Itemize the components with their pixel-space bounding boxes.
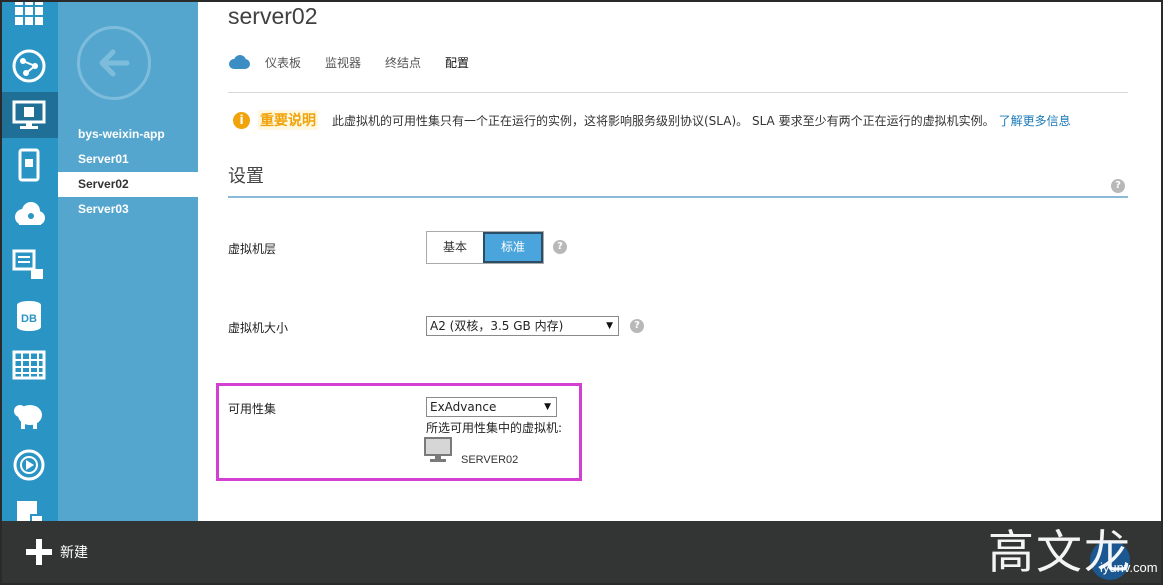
service-bus-icon[interactable] xyxy=(0,492,58,521)
learn-more-link[interactable]: 了解更多信息 xyxy=(999,112,1071,129)
notice-text: 此虚拟机的可用性集只有一个正在运行的实例，这将影响服务级别协议(SLA)。 SL… xyxy=(332,113,995,128)
subnav-item-bys-weixin-app[interactable]: bys-weixin-app xyxy=(58,122,198,147)
availability-set-label: 可用性集 xyxy=(228,402,277,416)
storage-icon[interactable] xyxy=(0,342,58,388)
tab-dashboard[interactable]: 仪表板 xyxy=(265,54,301,71)
tab-endpoints[interactable]: 终结点 xyxy=(385,54,421,71)
web-sites-icon[interactable] xyxy=(0,43,58,89)
watermark-site: iyunv.com xyxy=(1100,560,1158,575)
availability-set-value: ExAdvance xyxy=(430,400,497,414)
sql-databases-icon[interactable]: DB xyxy=(0,292,58,338)
all-items-icon[interactable] xyxy=(0,0,58,36)
resource-list: bys-weixin-app Server01 Server02 Server0… xyxy=(58,0,198,521)
settings-divider xyxy=(228,196,1128,198)
vm-list-item: SERVER02 xyxy=(461,454,519,466)
subnav-item-server02[interactable]: Server02 xyxy=(58,172,198,197)
new-button-label: 新建 xyxy=(60,545,88,561)
vm-tier-help-icon[interactable]: ? xyxy=(553,240,567,254)
settings-heading: 设置 xyxy=(228,166,264,187)
dropdown-arrow-icon: ▼ xyxy=(544,402,551,412)
new-button[interactable]: 新建 xyxy=(26,539,88,565)
media-services-icon[interactable] xyxy=(0,442,58,488)
subnav-item-server01[interactable]: Server01 xyxy=(58,147,198,172)
info-icon: i xyxy=(233,111,250,129)
tier-basic-button[interactable]: 基本 xyxy=(427,232,483,263)
dropdown-arrow-icon: ▼ xyxy=(606,321,613,331)
back-button[interactable] xyxy=(77,26,151,100)
help-icon[interactable]: ? xyxy=(1111,179,1125,193)
vm-tier-toggle: 基本 标准 xyxy=(426,231,544,264)
monitor-icon xyxy=(424,437,452,462)
tab-bar: 仪表板 监视器 终结点 配置 xyxy=(228,52,493,72)
service-icon-rail: DB xyxy=(0,0,58,521)
cloud-services-icon[interactable] xyxy=(0,192,58,238)
page-title: server02 xyxy=(228,3,318,29)
vm-size-label: 虚拟机大小 xyxy=(228,321,289,335)
availability-set-select[interactable]: ExAdvance ▼ xyxy=(426,397,557,417)
subnav-item-server03[interactable]: Server03 xyxy=(58,197,198,222)
vm-tier-label: 虚拟机层 xyxy=(228,242,277,256)
notice-heading: 重要说明 xyxy=(258,110,318,130)
vms-in-set-caption: 所选可用性集中的虚拟机: xyxy=(426,421,563,435)
vm-size-help-icon[interactable]: ? xyxy=(630,319,644,333)
vm-size-value: A2 (双核，3.5 GB 内存) xyxy=(430,319,564,333)
cloud-service-icon xyxy=(229,55,250,69)
tab-configure[interactable]: 配置 xyxy=(445,54,469,71)
tab-monitor[interactable]: 监视器 xyxy=(325,54,361,71)
tier-standard-button[interactable]: 标准 xyxy=(483,232,543,263)
sla-notice: i 重要说明 此虚拟机的可用性集只有一个正在运行的实例，这将影响服务级别协议(S… xyxy=(233,108,1071,132)
hdinsight-icon[interactable] xyxy=(0,392,58,438)
virtual-machines-icon[interactable] xyxy=(0,92,58,138)
header-divider xyxy=(228,92,1128,93)
back-arrow-icon xyxy=(99,49,130,77)
plus-icon xyxy=(26,539,52,565)
batch-icon[interactable] xyxy=(0,242,58,288)
mobile-services-icon[interactable] xyxy=(0,142,58,188)
svg-text:DB: DB xyxy=(21,313,37,325)
vm-size-select[interactable]: A2 (双核，3.5 GB 内存) ▼ xyxy=(426,316,619,336)
